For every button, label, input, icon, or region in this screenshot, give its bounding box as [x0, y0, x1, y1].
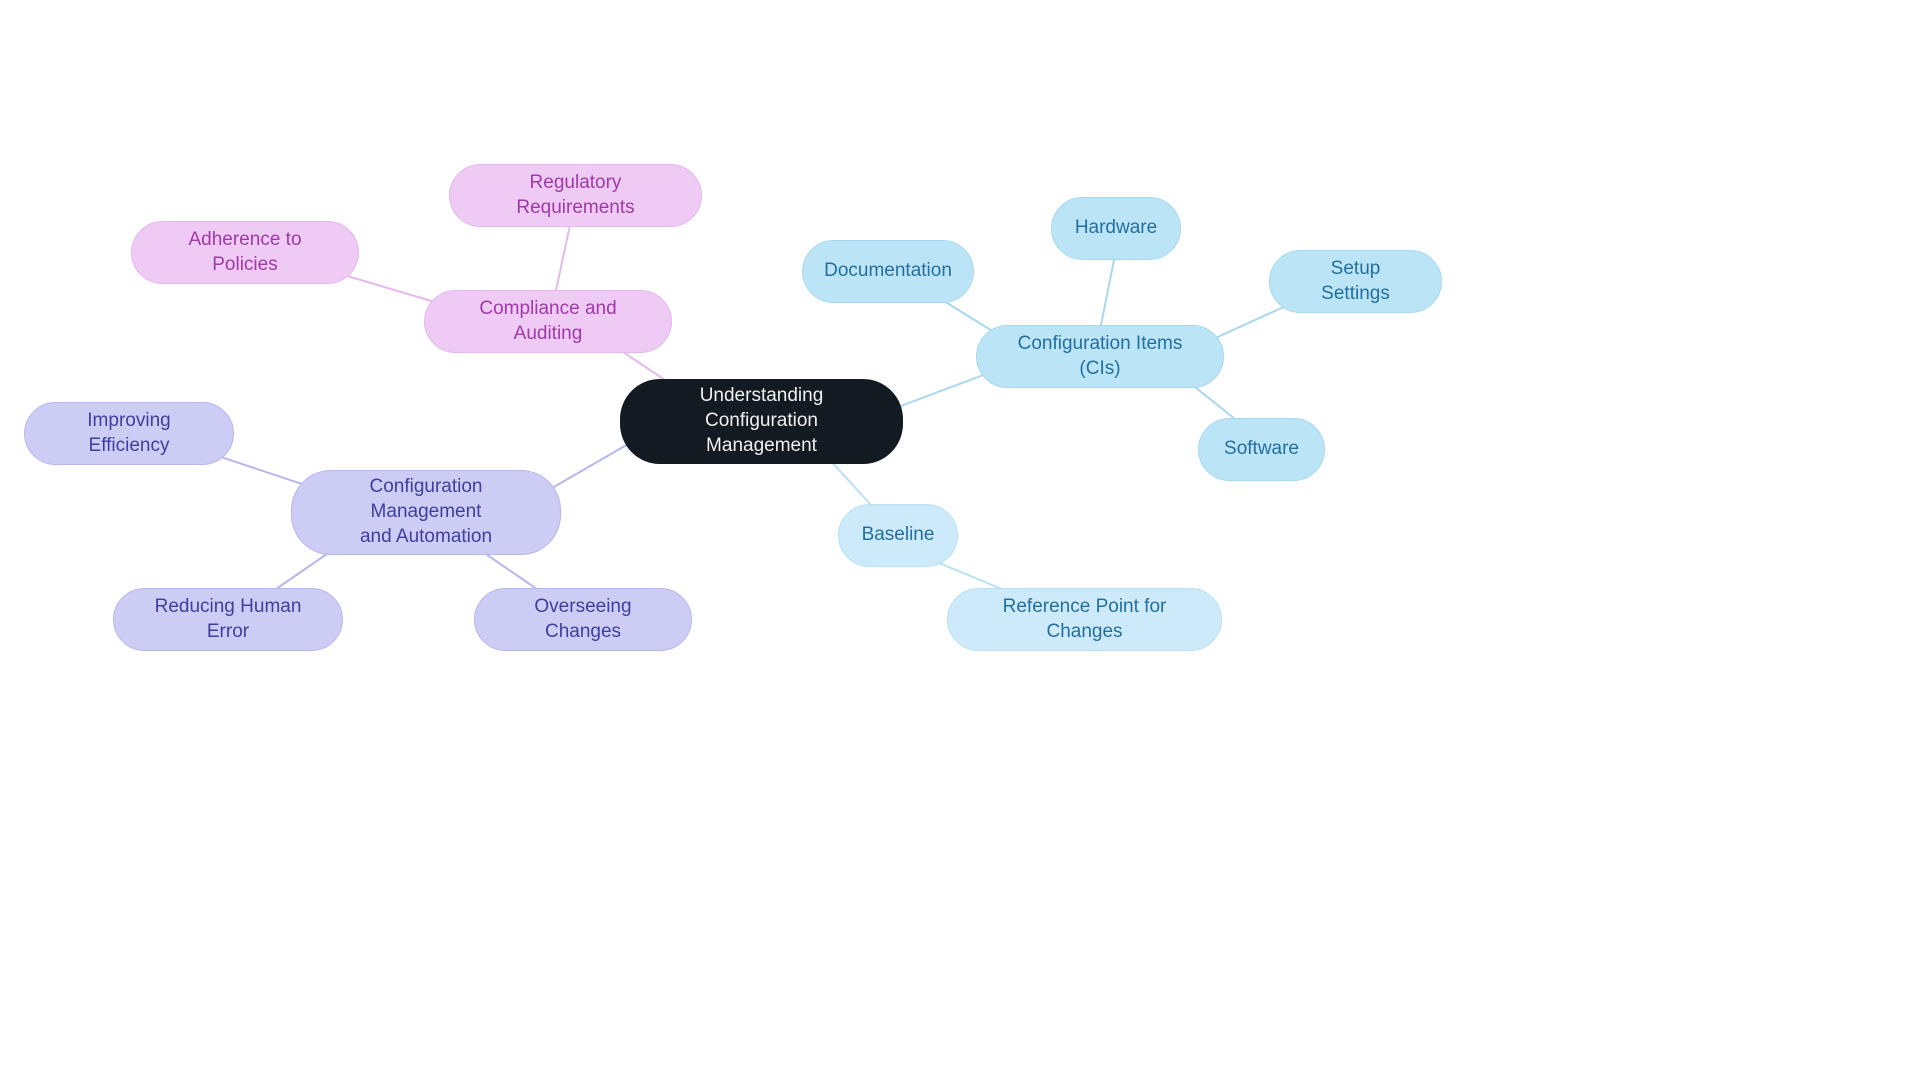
baseline-label: Baseline	[862, 523, 935, 548]
documentation-node: Documentation	[802, 240, 974, 303]
compliance-node: Compliance and Auditing	[424, 290, 672, 353]
software-label: Software	[1224, 437, 1299, 462]
adherence-label: Adherence to Policies	[160, 228, 330, 277]
center-node: Understanding Configuration Management	[620, 379, 903, 464]
hardware-label: Hardware	[1075, 216, 1157, 241]
human-error-label: Reducing Human Error	[142, 595, 314, 644]
documentation-label: Documentation	[824, 259, 952, 284]
software-node: Software	[1198, 418, 1325, 481]
reference-point-label: Reference Point for Changes	[976, 595, 1193, 644]
overseeing-label: Overseeing Changes	[503, 595, 663, 644]
setup-settings-node: Setup Settings	[1269, 250, 1442, 313]
setup-settings-label: Setup Settings	[1298, 257, 1413, 306]
automation-node: Configuration Management and Automation	[291, 470, 561, 555]
baseline-node: Baseline	[838, 504, 958, 567]
overseeing-node: Overseeing Changes	[474, 588, 692, 651]
center-label: Understanding Configuration Management	[648, 384, 875, 458]
automation-label: Configuration Management and Automation	[320, 475, 532, 549]
config-items-label: Configuration Items (CIs)	[1005, 332, 1195, 381]
regulatory-node: Regulatory Requirements	[449, 164, 702, 227]
reference-point-node: Reference Point for Changes	[947, 588, 1222, 651]
hardware-node: Hardware	[1051, 197, 1181, 260]
compliance-label: Compliance and Auditing	[453, 297, 643, 346]
config-items-node: Configuration Items (CIs)	[976, 325, 1224, 388]
human-error-node: Reducing Human Error	[113, 588, 343, 651]
efficiency-label: Improving Efficiency	[53, 409, 205, 458]
efficiency-node: Improving Efficiency	[24, 402, 234, 465]
regulatory-label: Regulatory Requirements	[478, 171, 673, 220]
connection-lines	[0, 0, 1920, 1083]
adherence-node: Adherence to Policies	[131, 221, 359, 284]
